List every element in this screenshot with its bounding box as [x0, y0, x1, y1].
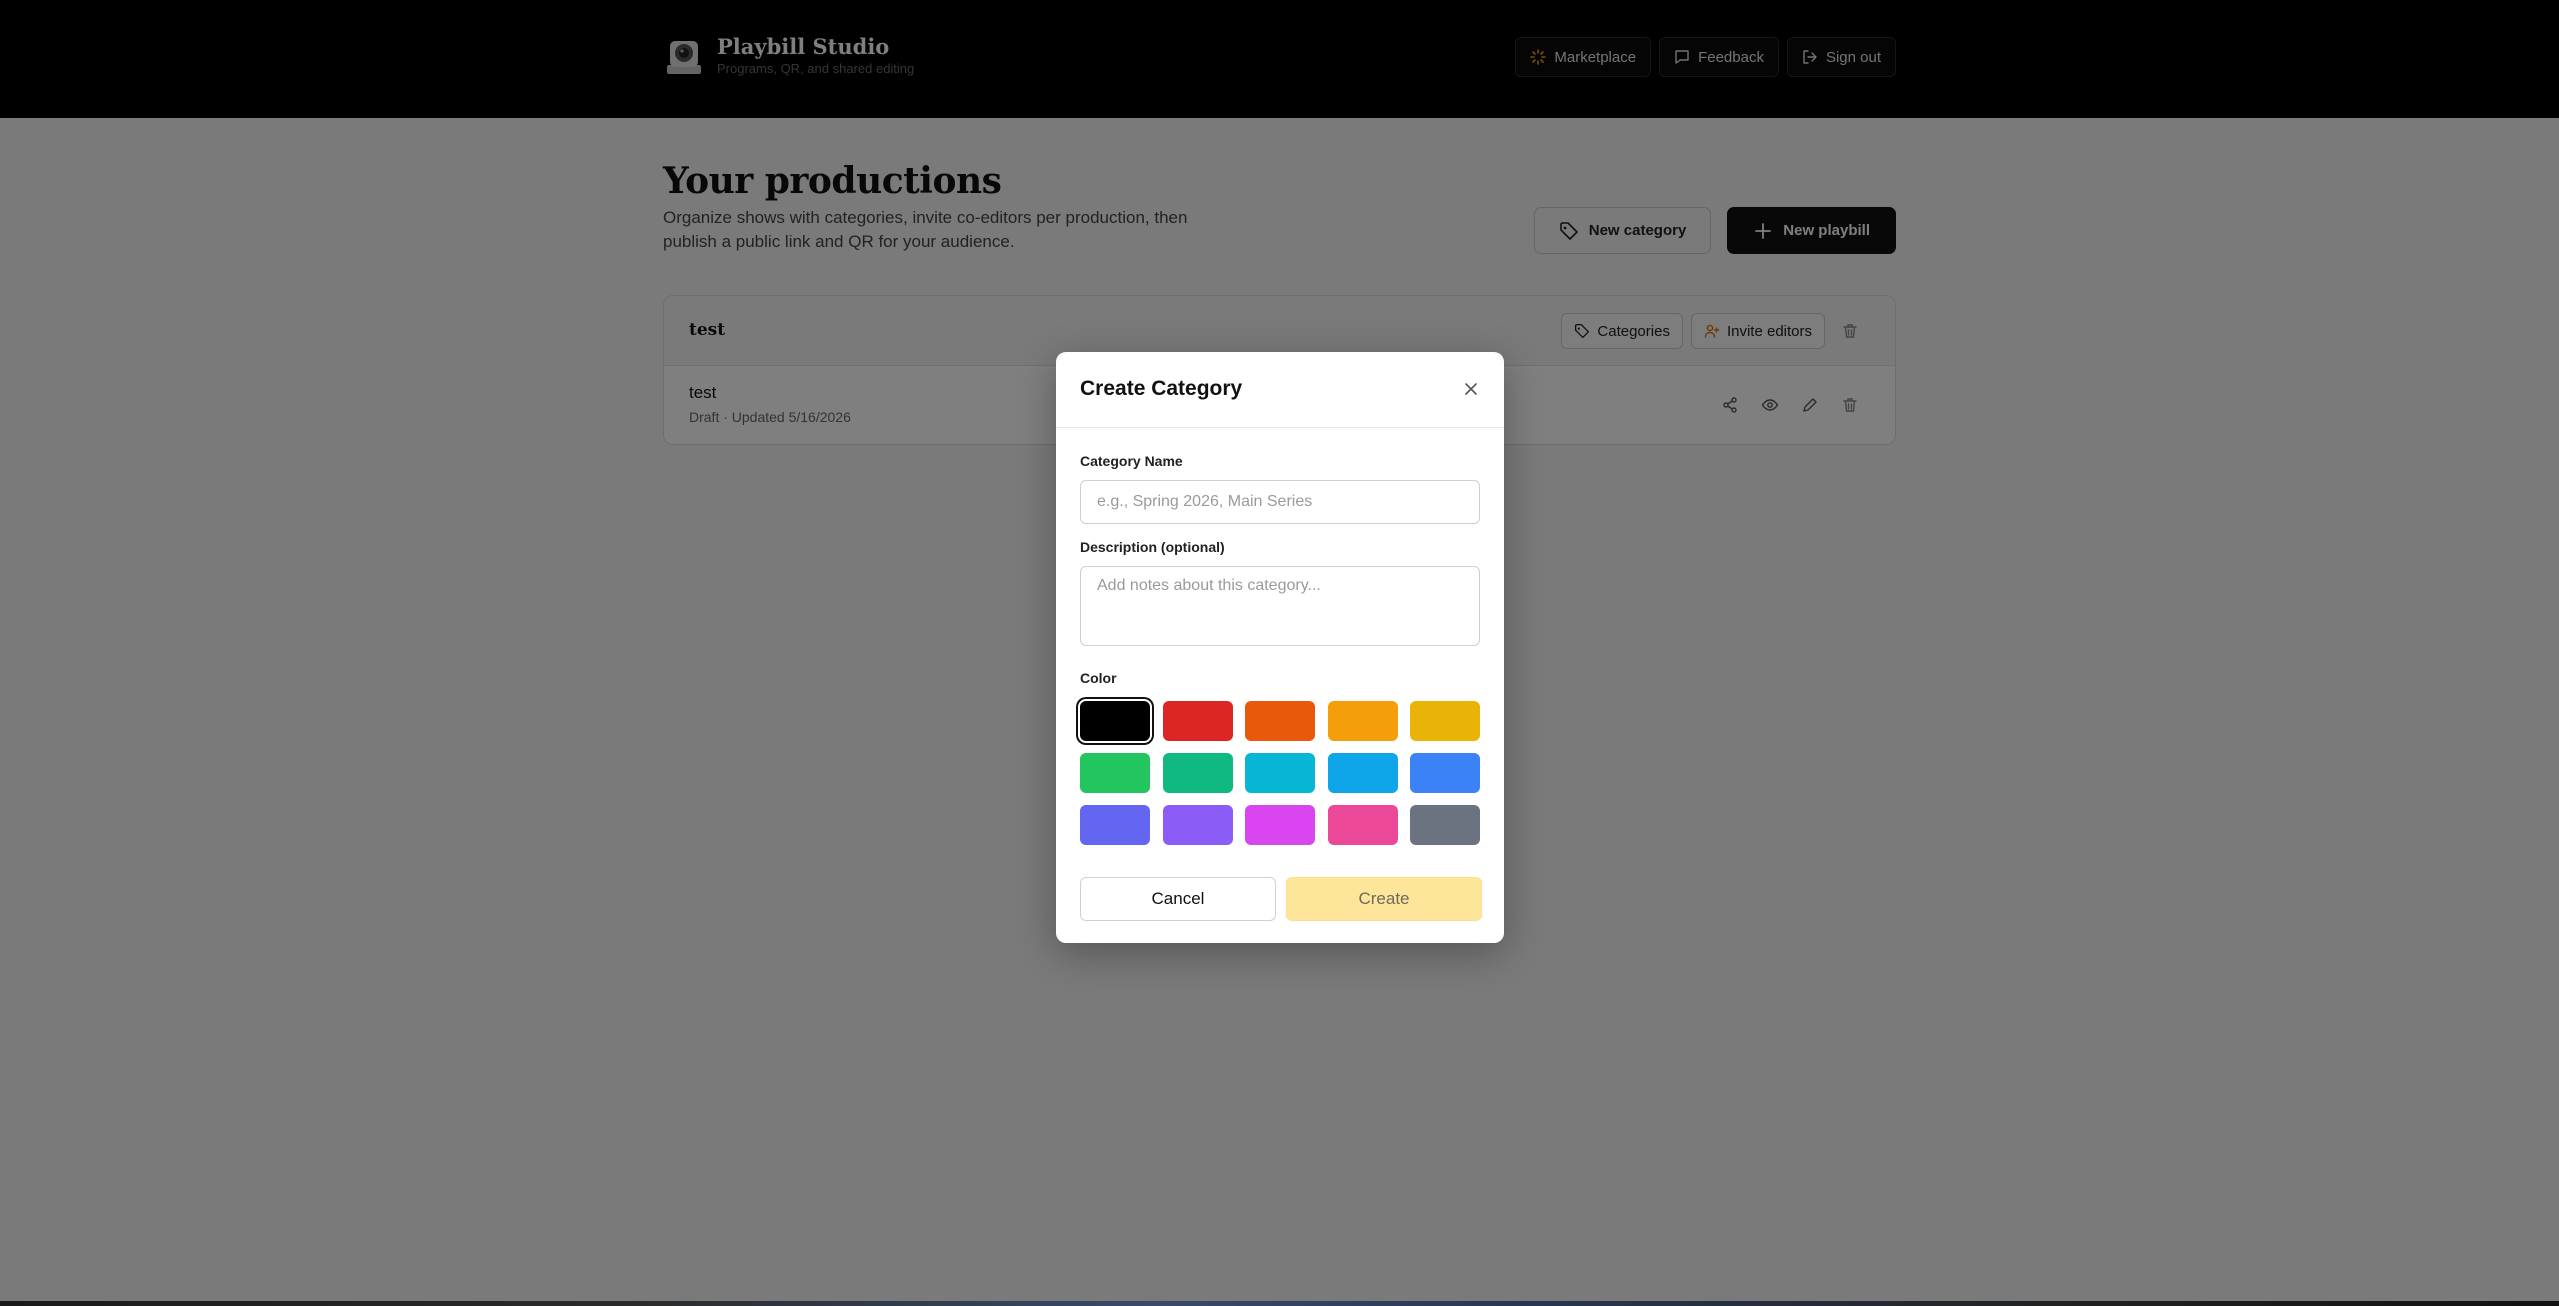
- color-swatch[interactable]: [1245, 753, 1315, 793]
- color-picker: [1078, 699, 1480, 845]
- color-swatch[interactable]: [1327, 805, 1398, 845]
- cancel-button[interactable]: Cancel: [1080, 877, 1276, 921]
- color-swatch[interactable]: [1327, 753, 1398, 793]
- color-label: Color: [1080, 670, 1117, 686]
- color-swatch[interactable]: [1245, 701, 1315, 741]
- color-swatch[interactable]: [1162, 753, 1233, 793]
- color-swatch[interactable]: [1410, 701, 1480, 741]
- create-category-dialog: Create Category Category Name Descriptio…: [1056, 352, 1504, 943]
- category-name-label: Category Name: [1080, 453, 1183, 469]
- dialog-title: Create Category: [1080, 377, 1243, 400]
- color-swatch[interactable]: [1410, 753, 1480, 793]
- create-button[interactable]: Create: [1286, 877, 1482, 921]
- close-button[interactable]: [1460, 378, 1482, 400]
- color-swatch[interactable]: [1162, 701, 1233, 741]
- description-input[interactable]: [1080, 566, 1480, 646]
- color-swatch[interactable]: [1245, 805, 1315, 845]
- color-swatch[interactable]: [1410, 805, 1480, 845]
- color-swatch[interactable]: [1080, 753, 1150, 793]
- description-label: Description (optional): [1080, 539, 1225, 555]
- color-swatch[interactable]: [1078, 699, 1152, 743]
- bottom-strip: [0, 1301, 2559, 1306]
- color-swatch[interactable]: [1162, 805, 1233, 845]
- close-icon: [1465, 383, 1477, 395]
- color-swatch[interactable]: [1327, 701, 1398, 741]
- category-name-input[interactable]: [1080, 480, 1480, 524]
- color-swatch[interactable]: [1080, 805, 1150, 845]
